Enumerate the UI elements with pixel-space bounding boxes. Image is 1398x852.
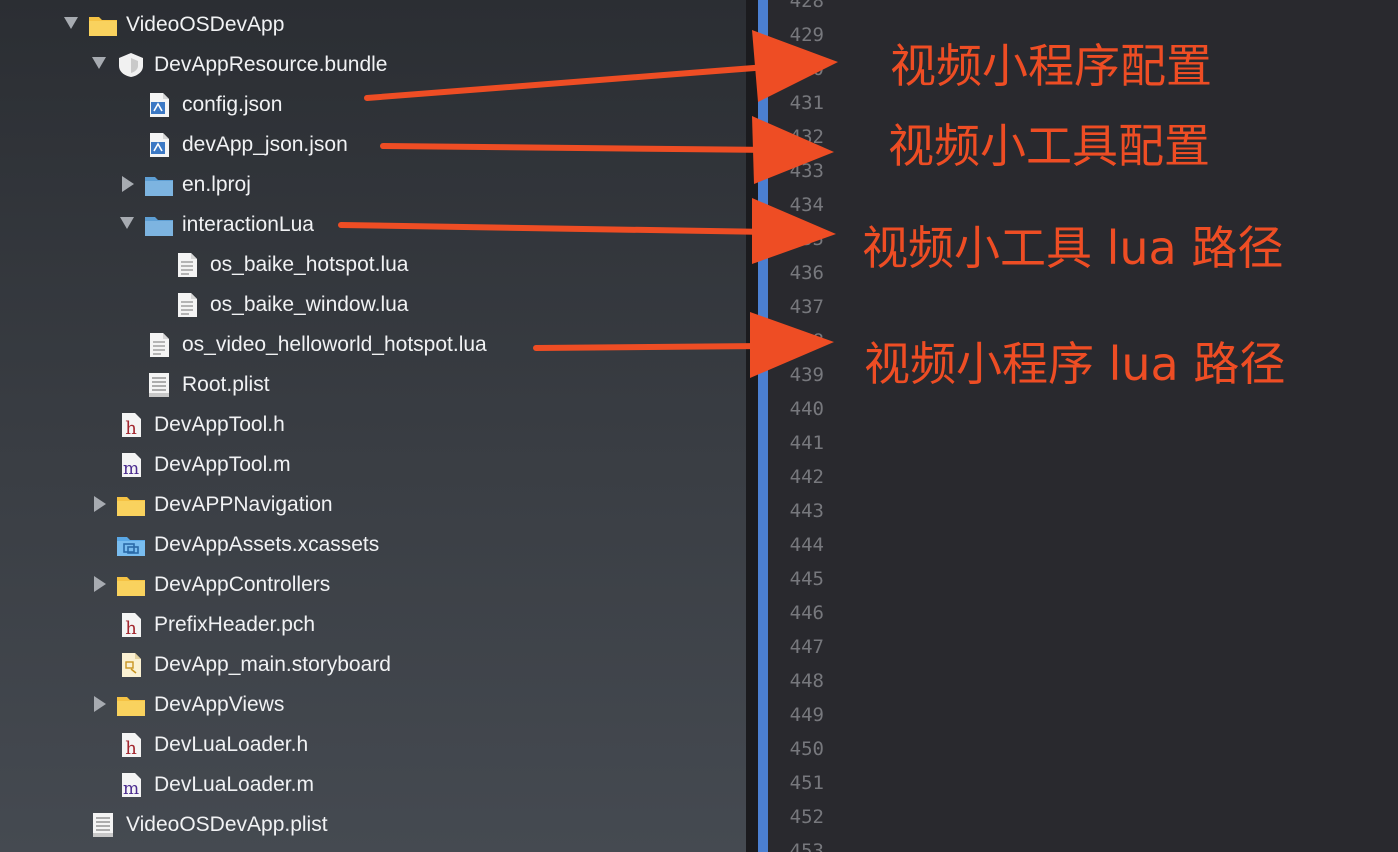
annotation-mini-tool-config: 视频小工具配置: [888, 119, 1210, 173]
annotation-mini-tool-lua-path: 视频小工具 lua 路径: [862, 221, 1284, 275]
annotation-mini-program-lua-path: 视频小程序 lua 路径: [864, 337, 1286, 391]
arrow-devapp-json-head: [752, 116, 834, 184]
arrow-interaction-head: [752, 198, 836, 264]
arrow-config-head: [752, 30, 838, 102]
arrow-config-line: [364, 63, 783, 101]
arrow-devapp-json-line: [380, 143, 773, 153]
arrow-helloworld-line: [533, 343, 771, 351]
arrow-interaction-line: [338, 222, 773, 235]
annotation-mini-program-config: 视频小程序配置: [890, 39, 1212, 93]
arrow-helloworld-head: [750, 312, 834, 378]
